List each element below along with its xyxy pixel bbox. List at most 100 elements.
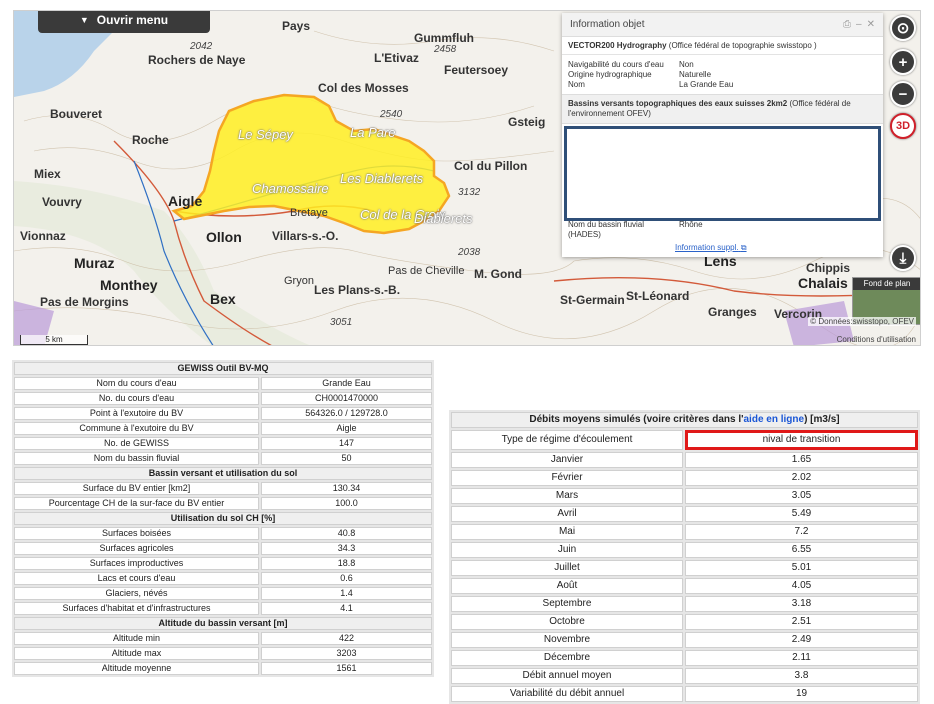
info-panel-header: Information objet ⎙ – ✕ bbox=[562, 13, 883, 37]
map-place-label: 2458 bbox=[434, 44, 457, 55]
row-label: Mai bbox=[451, 524, 683, 540]
row-label: Altitude max bbox=[14, 647, 259, 660]
attribute-value: Non bbox=[679, 60, 694, 69]
table-row: Surfaces agricoles 34.3 bbox=[14, 542, 432, 555]
table-row: Août 4.05 bbox=[451, 578, 918, 594]
object-info-panel: Information objet ⎙ – ✕ VECTOR200 Hydrog… bbox=[562, 13, 883, 257]
map-place-label: Gummfluh bbox=[414, 31, 474, 45]
3d-button[interactable]: 3D bbox=[890, 113, 916, 139]
table-row: Février 2.02 bbox=[451, 470, 918, 486]
table-row: Avril 5.49 bbox=[451, 506, 918, 522]
map-place-label: 2540 bbox=[380, 109, 403, 120]
row-label: Juin bbox=[451, 542, 683, 558]
map-place-label: St-Germain bbox=[560, 293, 625, 307]
table-row: Lacs et cours d'eau 0.6 bbox=[14, 572, 432, 585]
map-place-label: Pays bbox=[282, 19, 311, 33]
title-text: Débits moyens simulés (voire critères da… bbox=[529, 414, 744, 425]
table-row: Décembre 2.11 bbox=[451, 650, 918, 666]
print-icon[interactable]: ⎙ bbox=[843, 19, 851, 30]
table-row: Nom du bassin fluvial 50 bbox=[14, 452, 432, 465]
map-place-label: Vouvry bbox=[42, 195, 82, 209]
map-place-label: Les Diablerets bbox=[340, 171, 424, 186]
row-label: No. de GEWISS bbox=[14, 437, 259, 450]
map-place-label: 2038 bbox=[458, 247, 481, 258]
section-header: Bassin versant et utilisation du sol bbox=[14, 467, 432, 480]
download-button[interactable]: ⤓ bbox=[890, 245, 916, 271]
map-place-label: Miex bbox=[34, 167, 61, 181]
table-row: Janvier 1.65 bbox=[451, 452, 918, 468]
table-row: No. de GEWISS 147 bbox=[14, 437, 432, 450]
row-value: 18.8 bbox=[261, 557, 432, 570]
terms-link[interactable]: Conditions d'utilisation bbox=[837, 335, 916, 344]
map-place-label: Les Plans-s.-B. bbox=[314, 283, 401, 297]
map-place-label: Ollon bbox=[206, 229, 242, 245]
map-place-label: Aigle bbox=[168, 193, 203, 209]
map-place-label: Rochers de Naye bbox=[148, 53, 246, 67]
map-place-label: Pas de Morgins bbox=[40, 295, 129, 309]
row-label: Glaciers, névés bbox=[14, 587, 259, 600]
compass-button[interactable]: ⊙ bbox=[890, 15, 916, 41]
row-value: 100.0 bbox=[261, 497, 432, 510]
row-value: 1.65 bbox=[685, 452, 918, 468]
row-value: Aigle bbox=[261, 422, 432, 435]
map-place-label: Chippis bbox=[806, 261, 850, 275]
row-label: Septembre bbox=[451, 596, 683, 612]
map-place-label: 2042 bbox=[190, 41, 213, 52]
layer-title-hydrography: VECTOR200 Hydrography (Office fédéral de… bbox=[562, 37, 883, 55]
row-value: 50 bbox=[261, 452, 432, 465]
table-row: Octobre 2.51 bbox=[451, 614, 918, 630]
map-place-label: 3132 bbox=[458, 187, 481, 198]
close-icon[interactable]: ✕ bbox=[867, 19, 875, 30]
row-label: Altitude min bbox=[14, 632, 259, 645]
map-place-label: Bretaye bbox=[290, 207, 328, 219]
row-value: 4.05 bbox=[685, 578, 918, 594]
map-place-label: Gsteig bbox=[508, 115, 546, 129]
row-label: Novembre bbox=[451, 632, 683, 648]
row-label: Lacs et cours d'eau bbox=[14, 572, 259, 585]
more-info-link[interactable]: Information suppl. ⧉ bbox=[675, 243, 747, 253]
zoom-out-button[interactable]: − bbox=[890, 81, 916, 107]
row-value: 34.3 bbox=[261, 542, 432, 555]
zoom-in-button[interactable]: + bbox=[890, 49, 916, 75]
table-row: Altitude max 3203 bbox=[14, 647, 432, 660]
attribute-key: Nom du bassin fluvial (HADES) bbox=[568, 220, 645, 239]
row-value: Grande Eau bbox=[261, 377, 432, 390]
row-label: Avril bbox=[451, 506, 683, 522]
row-value: 2.51 bbox=[685, 614, 918, 630]
gewiss-table-panel: GEWISS Outil BV-MQ Nom du cours d'eau Gra… bbox=[12, 360, 434, 677]
row-value: 4.1 bbox=[261, 602, 432, 615]
download-icon: ⤓ bbox=[899, 249, 907, 267]
plus-icon: + bbox=[898, 53, 908, 71]
info-panel-title: Information objet bbox=[570, 19, 645, 30]
minimize-icon[interactable]: – bbox=[856, 19, 862, 30]
map-place-label: Le Sépey bbox=[238, 127, 293, 142]
regime-label: Type de régime d'écoulement bbox=[451, 430, 683, 450]
attribute-row: Origine hydrographique Naturelle bbox=[568, 70, 877, 80]
row-label: Juillet bbox=[451, 560, 683, 576]
row-value: 1561 bbox=[261, 662, 432, 675]
attribute-row: Nom La Grande Eau bbox=[568, 80, 877, 90]
map-place-label: Chamossaire bbox=[252, 181, 329, 196]
table-row: Surfaces boisées 40.8 bbox=[14, 527, 432, 540]
table-title: GEWISS Outil BV-MQ bbox=[14, 362, 432, 375]
table-row: Type de régime d'écoulement nival de tra… bbox=[451, 430, 918, 450]
attribute-value: Rhône bbox=[679, 220, 703, 229]
row-value: 3.8 bbox=[685, 668, 918, 684]
map-place-label: Diablerets bbox=[414, 211, 473, 226]
layer-name: Bassins versants topographiques des eaux… bbox=[568, 99, 788, 108]
table-row: Altitude min 422 bbox=[14, 632, 432, 645]
row-value: 19 bbox=[685, 686, 918, 702]
attribute-value: Naturelle bbox=[679, 70, 712, 79]
row-value: 3203 bbox=[261, 647, 432, 660]
basemap-label: Fond de plan bbox=[853, 278, 920, 290]
table-row: Point à l'exutoire du BV 564326.0 / 12972… bbox=[14, 407, 432, 420]
section-header: Altitude du bassin versant [m] bbox=[14, 617, 432, 630]
open-menu-button[interactable]: ▼ Ouvrir menu bbox=[38, 11, 210, 33]
map-view[interactable]: Rochers de Naye 2042 Pays Gummfluh 2458 L'Eti… bbox=[13, 10, 921, 346]
map-place-label: Monthey bbox=[100, 277, 158, 293]
attribute-row: Navigabilité du cours d'eau Non bbox=[568, 60, 877, 70]
discharge-table-panel: Débits moyens simulés (voire critères da… bbox=[449, 410, 920, 704]
map-place-label: St-Léonard bbox=[626, 289, 690, 303]
table-row: Surfaces d'habitat et d'infrastructures 4… bbox=[14, 602, 432, 615]
online-help-link[interactable]: aide en ligne bbox=[744, 414, 805, 425]
